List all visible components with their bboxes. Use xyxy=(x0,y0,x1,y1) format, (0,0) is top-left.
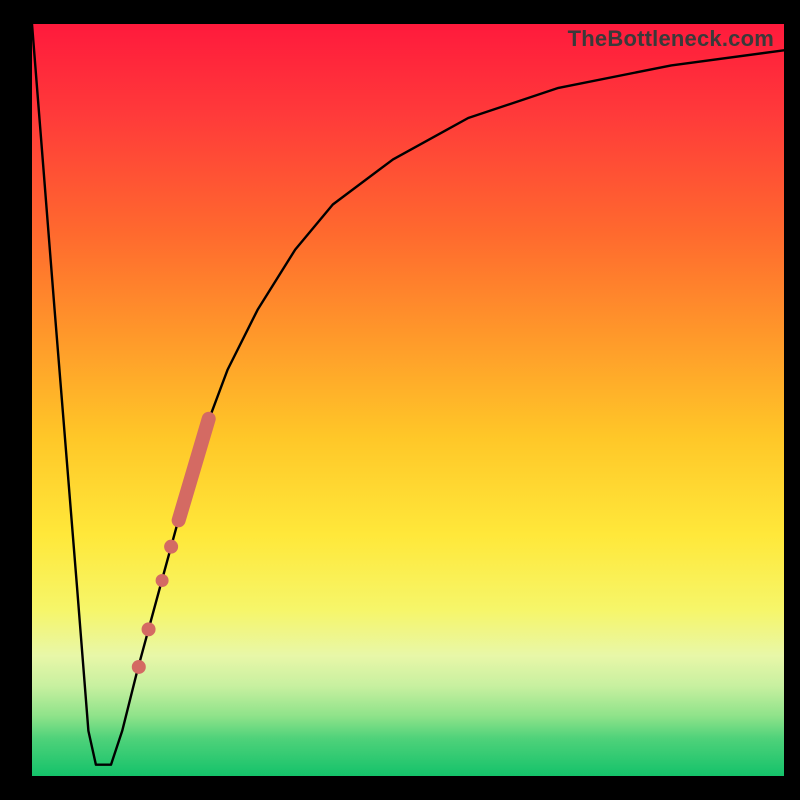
chart-frame: TheBottleneck.com xyxy=(0,0,800,800)
marker-dot xyxy=(132,660,146,674)
marker-dot xyxy=(142,622,156,636)
plot-area: TheBottleneck.com xyxy=(32,24,784,776)
curve-svg xyxy=(32,24,784,776)
marker-dot xyxy=(164,540,178,554)
marker-dot xyxy=(156,574,169,587)
bottleneck-curve xyxy=(32,24,784,765)
marker-segment xyxy=(179,419,209,521)
